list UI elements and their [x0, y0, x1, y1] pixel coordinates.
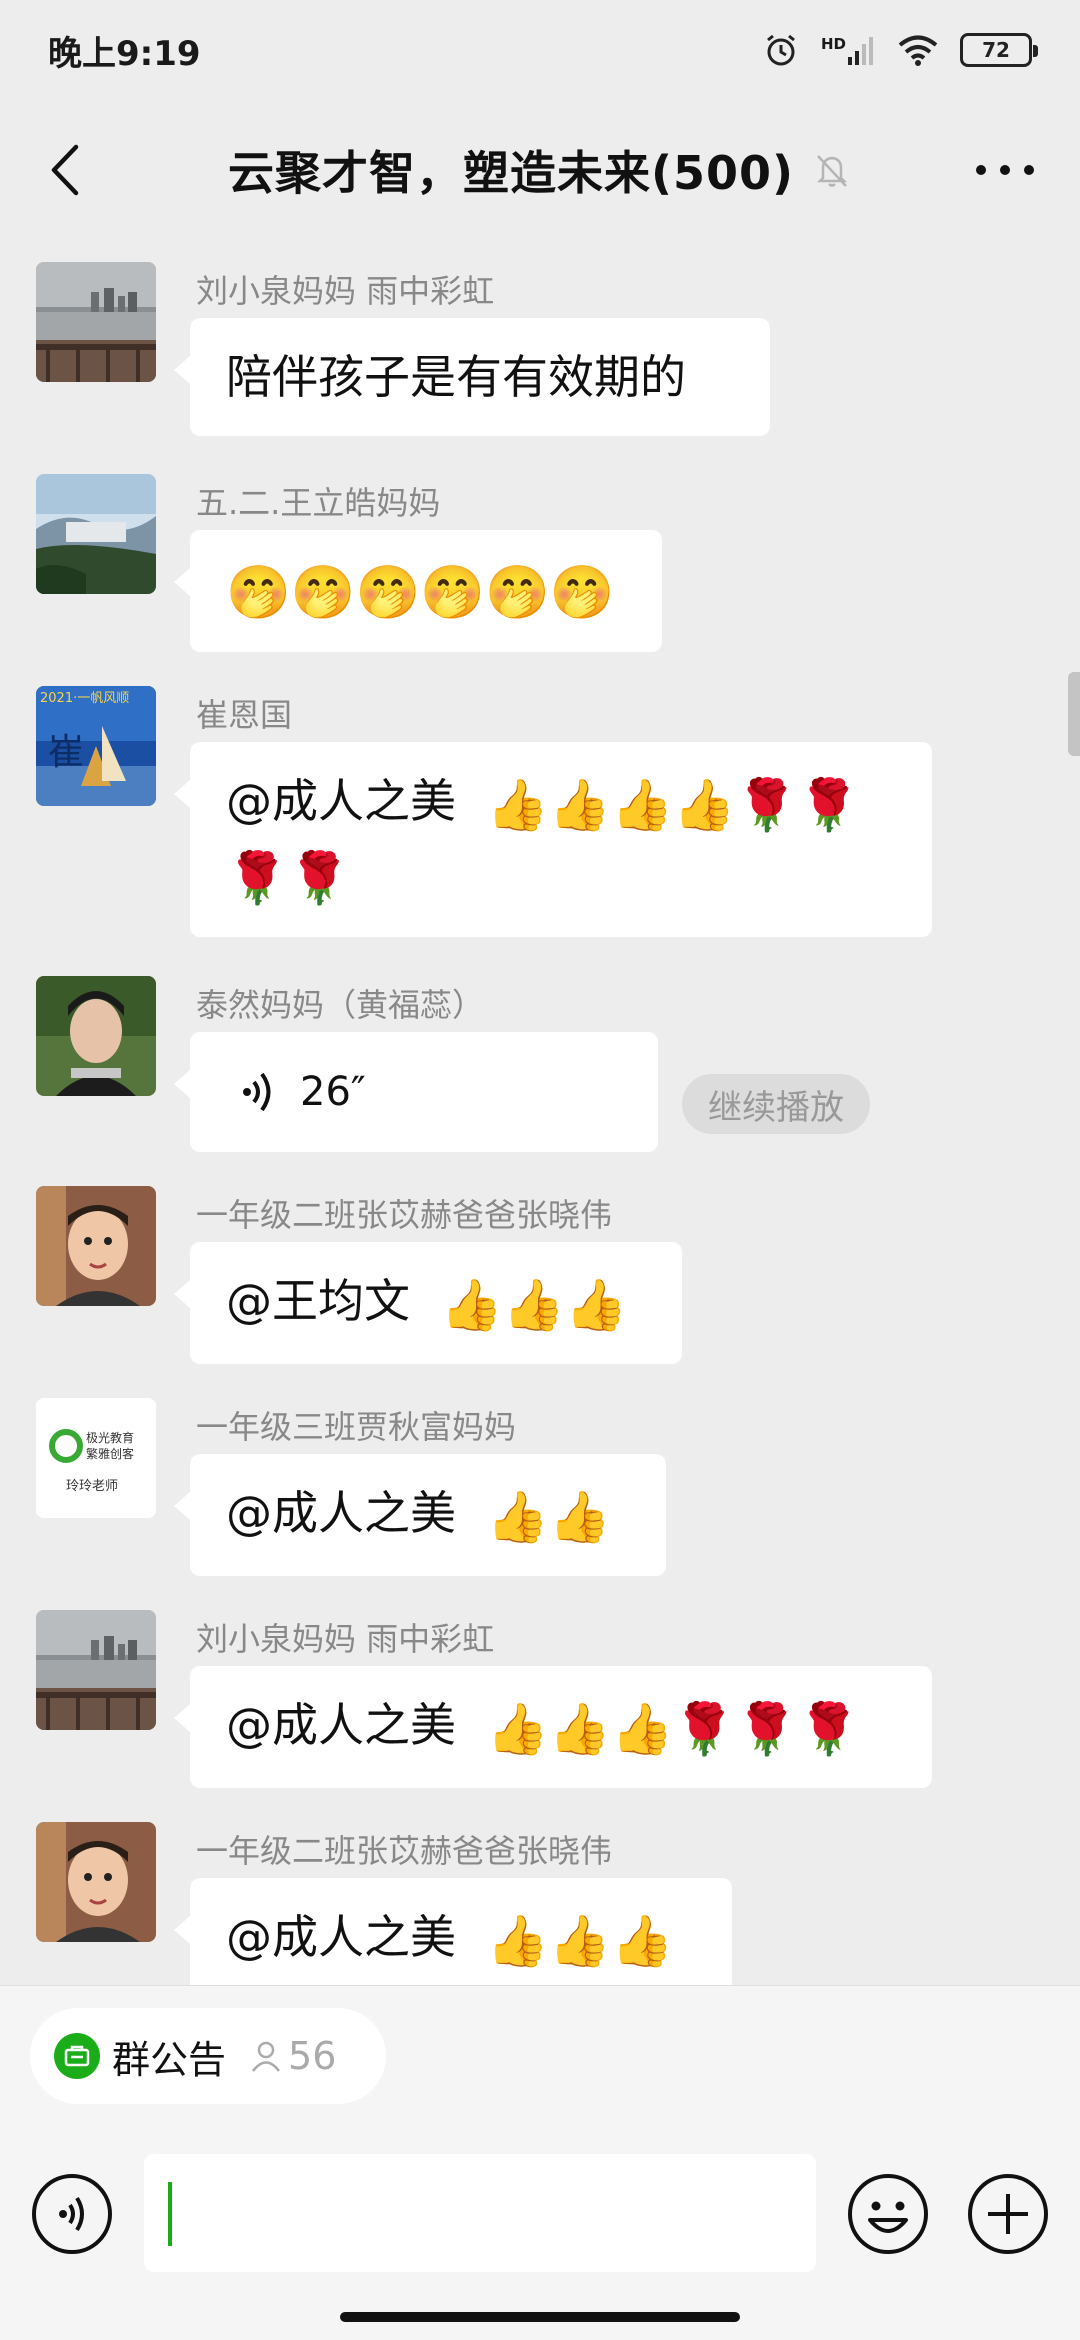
sender-name: 一年级二班张苡赫爸爸张晓伟	[196, 1196, 613, 1234]
group-notice-button[interactable]: 群公告 56	[30, 2008, 386, 2104]
sender-name: 五.二.王立皓妈妈	[196, 484, 441, 522]
mention-text: @成人之美	[226, 1910, 456, 1964]
battery-icon: 72	[960, 33, 1038, 67]
message-item: 一年级二班张苡赫爸爸张晓伟 @王均文 👍👍👍	[0, 1164, 1080, 1376]
message-item: 极光教育 繁雅创客玲玲老师 一年级三班贾秋富妈妈 @成人之美 👍👍	[0, 1376, 1080, 1588]
avatar[interactable]	[36, 976, 156, 1096]
message-bubble[interactable]: @成人之美 👍👍👍🌹🌹🌹	[174, 1666, 932, 1788]
mention-text: @王均文	[226, 1274, 410, 1328]
message-emoji: 👍👍👍👍🌹🌹	[486, 775, 861, 834]
status-time: 晚上9:19	[48, 33, 201, 74]
sender-name: 一年级二班张苡赫爸爸张晓伟	[196, 1832, 613, 1870]
notice-reader-count: 56	[248, 2034, 336, 2078]
person-icon	[252, 2041, 281, 2072]
message-item: 崔 2021·一帆风顺 崔恩国 @成人之美 👍👍👍👍🌹🌹 🌹🌹	[0, 664, 1080, 954]
message-item: 刘小泉妈妈 雨中彩虹 陪伴孩子是有有效期的	[0, 240, 1080, 452]
message-bubble[interactable]: @成人之美 👍👍👍👍🌹🌹 🌹🌹	[174, 742, 932, 937]
sender-name: 刘小泉妈妈 雨中彩虹	[196, 1620, 495, 1658]
battery-level: 72	[982, 38, 1010, 62]
scrollbar-thumb[interactable]	[1068, 672, 1080, 756]
more-functions-button[interactable]	[966, 2172, 1050, 2256]
status-icons: HD 72	[763, 32, 1038, 68]
message-item: 五.二.王立皓妈妈 🤭🤭🤭🤭🤭🤭	[0, 452, 1080, 664]
emoji-button[interactable]	[846, 2172, 930, 2256]
plus-icon	[968, 2174, 1048, 2254]
signal-icon: HD	[821, 35, 876, 65]
mention-text: @成人之美	[226, 774, 456, 828]
mention-text: @成人之美	[226, 1698, 456, 1752]
voice-wave-icon	[243, 1072, 271, 1112]
continue-playback-button[interactable]: 继续播放	[682, 1074, 870, 1134]
message-bubble[interactable]: 陪伴孩子是有有效期的	[174, 318, 770, 436]
avatar[interactable]: 极光教育 繁雅创客玲玲老师	[36, 1398, 156, 1518]
message-item: 泰然妈妈（黄福蕊） 26″ 继续播放	[0, 954, 1080, 1164]
avatar[interactable]: 崔 2021·一帆风顺	[36, 686, 156, 806]
sender-name: 崔恩国	[196, 696, 293, 734]
message-text: 陪伴孩子是有有效期的	[226, 350, 686, 404]
bell-off-icon	[817, 155, 848, 187]
more-button[interactable]	[970, 148, 1040, 192]
title-group: 云聚才智，塑造未来(500)	[228, 137, 852, 203]
page-title: 云聚才智，塑造未来(500)	[227, 146, 795, 200]
avatar-year: 2021·一帆风顺	[40, 691, 129, 706]
alarm-icon	[763, 32, 799, 68]
input-bar: 群公告 56	[0, 1985, 1080, 2340]
wifi-icon	[898, 34, 938, 66]
chat-header: 云聚才智，塑造未来(500)	[0, 100, 1080, 240]
more-dots-icon	[976, 165, 1034, 175]
voice-message-bubble[interactable]: 26″	[174, 1032, 658, 1152]
chat-message-list[interactable]: 刘小泉妈妈 雨中彩虹 陪伴孩子是有有效期的 五.二.王立皓妈妈 🤭🤭🤭🤭🤭🤭 崔…	[0, 240, 1080, 1985]
message-emoji: 👍👍	[486, 1487, 612, 1546]
avatar[interactable]	[36, 1822, 156, 1942]
avatar-text-brand: 极光教育	[86, 1430, 134, 1445]
avatar[interactable]	[36, 262, 156, 382]
message-bubble[interactable]: @王均文 👍👍👍	[174, 1242, 682, 1364]
avatar-text-sub: 繁雅创客	[86, 1446, 134, 1461]
chevron-left-icon	[51, 144, 79, 196]
message-item: 刘小泉妈妈 雨中彩虹 @成人之美 👍👍👍🌹🌹🌹	[0, 1588, 1080, 1800]
voice-duration: 26″	[300, 1069, 366, 1115]
sender-name: 刘小泉妈妈 雨中彩虹	[196, 272, 495, 310]
voice-input-button[interactable]	[30, 2172, 114, 2256]
avatar[interactable]	[36, 1186, 156, 1306]
status-bar: 晚上9:19 HD 72	[0, 0, 1080, 100]
message-bubble[interactable]: 🤭🤭🤭🤭🤭🤭	[174, 530, 662, 652]
message-item: 一年级二班张苡赫爸爸张晓伟 @成人之美 👍👍👍	[0, 1800, 1080, 1985]
avatar-text-teacher: 玲玲老师	[66, 1479, 118, 1494]
voice-icon	[32, 2174, 112, 2254]
back-button[interactable]	[40, 142, 90, 198]
avatar[interactable]	[36, 474, 156, 594]
avatar-calligraphy: 崔	[48, 732, 84, 773]
sender-name: 泰然妈妈（黄福蕊）	[196, 986, 485, 1024]
message-emoji: 👍👍👍	[486, 1911, 674, 1970]
message-emoji: 🤭🤭🤭🤭🤭🤭	[226, 562, 615, 623]
avatar[interactable]	[36, 1610, 156, 1730]
smiley-icon	[848, 2174, 928, 2254]
message-input[interactable]	[144, 2154, 816, 2272]
message-emoji: 👍👍👍🌹🌹🌹	[486, 1699, 861, 1758]
message-emoji-line2: 🌹🌹	[226, 849, 351, 907]
mention-text: @成人之美	[226, 1486, 456, 1540]
notice-label: 群公告	[112, 2037, 227, 2082]
message-emoji: 👍👍👍	[440, 1275, 628, 1334]
notice-icon	[54, 2033, 100, 2079]
notice-count-value: 56	[288, 2034, 337, 2078]
message-bubble[interactable]: @成人之美 👍👍	[174, 1454, 666, 1576]
text-caret	[168, 2182, 172, 2246]
home-indicator[interactable]	[340, 2312, 740, 2322]
sender-name: 一年级三班贾秋富妈妈	[196, 1408, 517, 1446]
network-type: HD	[820, 35, 846, 53]
message-bubble[interactable]: @成人之美 👍👍👍	[174, 1878, 732, 1985]
